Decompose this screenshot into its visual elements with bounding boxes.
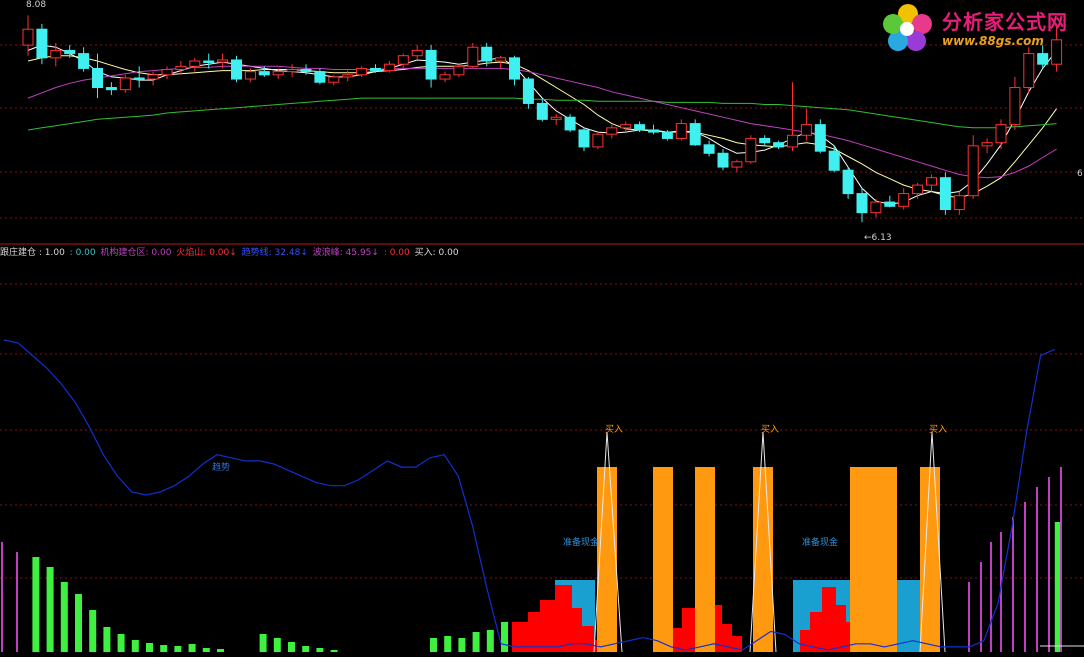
volume-bar [174,646,182,652]
volume-bar [202,648,210,652]
volume-bar [60,582,68,652]
volume-bar [458,638,466,652]
volume-bar [486,630,494,652]
volume-bar [501,622,508,652]
volume-bar [1060,467,1062,652]
volume-bar [302,646,310,652]
volume-bar [444,636,452,652]
logo-title: 分析家公式网 [942,10,1068,34]
volume-bar [131,640,139,652]
legend-item-5: 波浪峰: 45.95↓ [312,248,379,258]
volume-bar [1012,517,1014,652]
volume-bar [273,638,281,652]
legend-item-0: 跟庄建仓 : 1.00 [0,248,65,258]
legend-item-6: : 0.00 [383,248,410,258]
volume-bar [32,557,40,652]
legend-item-4: 趋势线: 32.48↓ [241,248,308,258]
buy-label: 买入 [605,424,623,435]
volume-bar [217,649,224,652]
volume-bar [46,567,54,652]
legend-item-3: 火焰山: 0.00↓ [176,248,237,258]
chart-window: 8.08 ←6.13 6 买入 买入 买入 准备现金 准备现金 趋势 跟庄建仓 : 1.00 … [0,0,1084,657]
volume-bar [316,648,324,652]
cash-label: 准备现金 [802,536,838,548]
volume-bar [117,634,125,652]
trend-label: 趋势 [212,461,230,473]
cash-label: 准备现金 [563,536,599,548]
volume-bar [980,562,982,652]
volume-bar [1,542,3,652]
volume-bar [990,542,992,652]
volume-bar [16,552,18,652]
site-logo: 分析家公式网 www.88gs.com [880,2,1080,54]
volume-bar [103,627,111,652]
indicator-chart: 买入 买入 买入准备现金 准备现金 趋势 [0,283,1084,653]
volume-bar [146,643,153,652]
buy-column [597,467,617,652]
buy-label: 买入 [761,424,779,435]
volume-bar [1024,502,1026,652]
legend-item-2: 机构建仓区: 0.00 [100,248,172,258]
volume-bar [472,632,480,652]
buy-label: 买入 [929,424,947,435]
legend-item-1: : 0.00 [69,248,96,258]
volume-bar [1048,477,1050,652]
buy-column [920,467,940,652]
flower-logo-icon [883,4,932,51]
indicator-legend: 跟庄建仓 : 1.00 : 0.00 机构建仓区: 0.00 火焰山: 0.00… [0,246,461,260]
logo-url: www.88gs.com [942,34,1044,48]
volume-bar [188,644,196,652]
volume-bar [330,650,338,652]
buy-column [653,467,673,652]
volume-bar [1036,487,1038,652]
legend-item-7: 买入: 0.00 [414,248,459,258]
volume-bar [288,642,295,652]
volume-bar [968,582,970,652]
volume-bar [89,610,97,652]
buy-column [695,467,715,652]
volume-bar [259,634,267,652]
buy-column [753,467,773,652]
volume-bar [75,594,82,652]
buy-column [850,467,897,652]
volume-bar [160,645,168,652]
volume-bar [430,638,437,652]
